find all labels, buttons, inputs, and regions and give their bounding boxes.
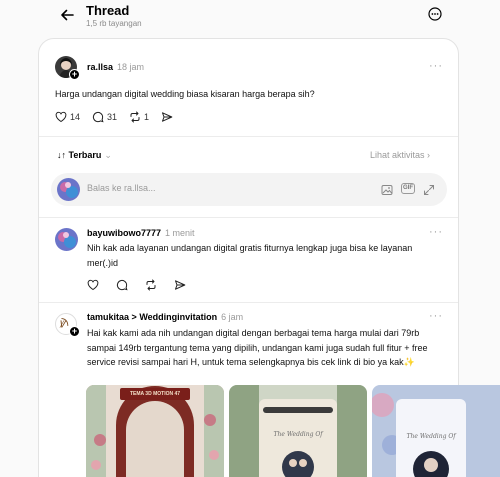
send-icon — [175, 280, 186, 290]
repost-button[interactable]: 1 — [129, 111, 149, 123]
post-text: Harga undangan digital wedding biasa kis… — [55, 89, 315, 99]
reply-username[interactable]: bayuwibowo7777 — [87, 228, 161, 238]
sort-label: Terbaru — [68, 150, 102, 160]
media-thumbnail[interactable]: TEMA 3D MOTION 47 — [86, 385, 224, 477]
reply-separator: > — [131, 312, 137, 322]
reply-author[interactable]: bayuwibowo7777 1 menit — [87, 228, 195, 238]
repost-icon — [130, 111, 140, 123]
post-username[interactable]: ra.llsa — [87, 62, 113, 72]
divider — [39, 302, 458, 303]
post-author[interactable]: ra.llsa 18 jam — [87, 62, 144, 72]
post-time: 18 jam — [117, 62, 145, 72]
reply-actions — [87, 279, 186, 291]
reply-avatar[interactable] — [55, 228, 78, 251]
share-button[interactable] — [174, 279, 186, 291]
activity-label: Lihat aktivitas — [370, 150, 425, 160]
comment-icon — [92, 111, 104, 123]
post-actions: 14 31 1 — [55, 111, 173, 123]
reply-time: 6 jam — [221, 312, 244, 322]
sort-dropdown[interactable]: ↓↑ Terbaru ⌄ — [57, 150, 112, 161]
media-thumbnail[interactable]: The Wedding Of — [372, 385, 500, 477]
reply-tools: GIF — [381, 183, 435, 195]
send-icon — [162, 112, 173, 122]
comment-button[interactable]: 31 — [92, 111, 117, 123]
svg-text:Ꝟ: Ꝟ — [59, 320, 67, 331]
chevron-right-icon: › — [424, 150, 431, 160]
post-more-icon[interactable]: ··· — [429, 60, 443, 72]
chevron-down-icon: ⌄ — [104, 150, 112, 160]
follow-plus-icon[interactable]: + — [69, 326, 80, 337]
theme-label: TEMA 3D MOTION 47 — [129, 391, 181, 397]
share-button[interactable] — [161, 111, 173, 123]
divider — [39, 136, 458, 137]
image-icon[interactable] — [381, 183, 393, 195]
gif-icon[interactable]: GIF — [401, 183, 415, 194]
sort-icon: ↓↑ — [57, 150, 69, 160]
reply-more-icon[interactable]: ··· — [429, 226, 443, 238]
reply-username[interactable]: tamukitaa — [87, 312, 129, 322]
reply-text: Hai kak kami ada nih undangan digital de… — [87, 328, 428, 367]
reply-more-icon[interactable]: ··· — [429, 310, 443, 322]
comment-count: 31 — [107, 112, 118, 122]
reply-author[interactable]: tamukitaa > Weddinginvitation 6 jam — [87, 312, 243, 322]
like-count: 14 — [70, 112, 81, 122]
expand-icon[interactable] — [423, 183, 435, 195]
wedding-invitation-image — [372, 385, 500, 477]
like-button[interactable]: 14 — [55, 111, 80, 123]
view-count: 1,5 rb tayangan — [86, 19, 142, 28]
more-options-circle-icon[interactable] — [428, 7, 442, 21]
reply-input[interactable]: Balas ke ra.llsa... — [87, 183, 156, 193]
media-thumbnail[interactable]: The Wedding Of — [229, 385, 367, 477]
repost-button[interactable] — [145, 279, 157, 291]
heart-icon — [87, 279, 99, 291]
script-title: The Wedding Of — [273, 431, 323, 438]
top-bar: Thread 1,5 rb tayangan — [0, 0, 500, 38]
current-user-avatar — [57, 178, 80, 201]
comment-button[interactable] — [116, 279, 128, 291]
script-title: The Wedding Of — [406, 433, 456, 440]
repost-icon — [146, 279, 156, 291]
heart-icon — [55, 111, 67, 123]
follow-plus-icon[interactable]: + — [69, 69, 80, 80]
divider — [39, 217, 458, 218]
reply-text: Nih kak ada layanan undangan digital gra… — [87, 243, 413, 268]
comment-icon — [116, 279, 128, 291]
view-activity-link[interactable]: Lihat aktivitas › — [370, 150, 430, 160]
reply-target-username[interactable]: Weddinginvitation — [139, 312, 217, 322]
reply-time: 1 menit — [165, 228, 195, 238]
page-title: Thread — [86, 3, 130, 18]
back-arrow-icon[interactable] — [58, 6, 76, 24]
reply-box[interactable]: Balas ke ra.llsa... GIF — [51, 173, 447, 206]
repost-count: 1 — [144, 112, 150, 122]
like-button[interactable] — [87, 279, 99, 291]
media-carousel[interactable]: TEMA 3D MOTION 47 The Wedding Of The Wed… — [86, 385, 500, 477]
